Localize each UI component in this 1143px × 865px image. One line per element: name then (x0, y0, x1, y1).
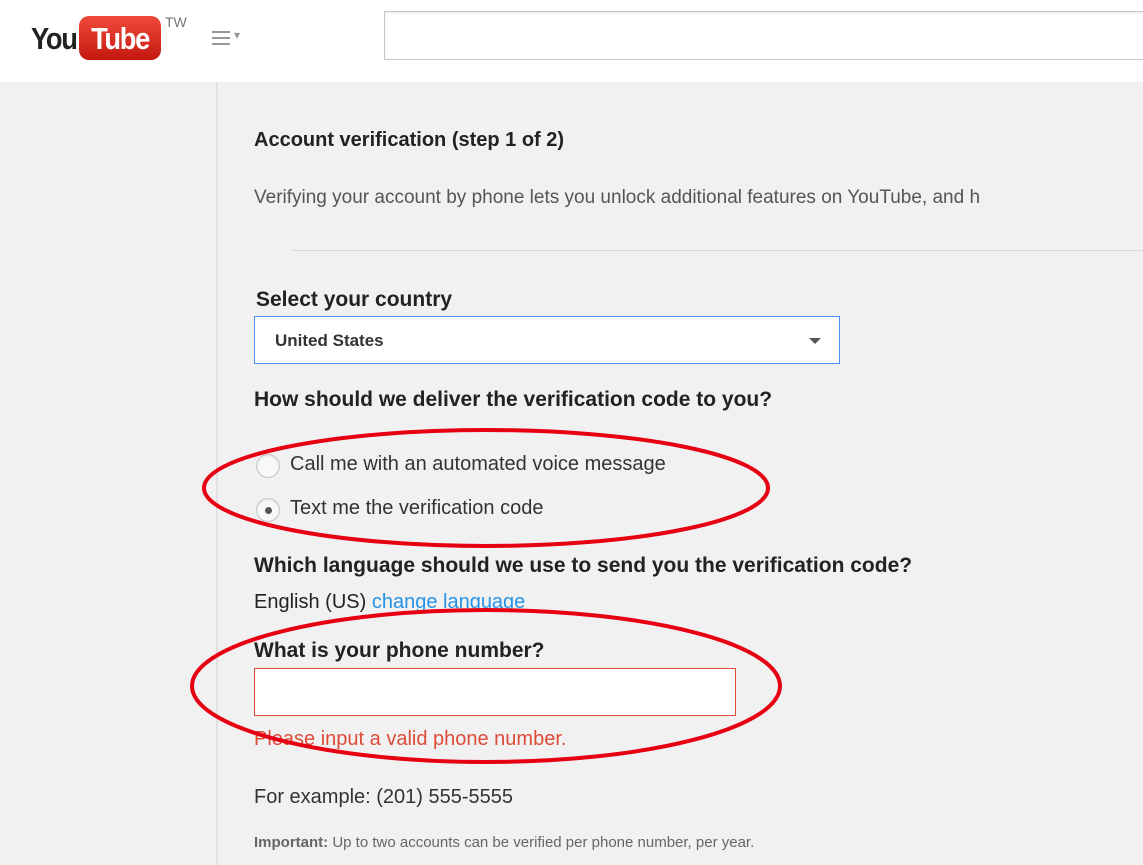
hamburger-icon (212, 31, 230, 49)
delivery-option-label: Call me with an automated voice message (290, 453, 666, 475)
delivery-question: How should we deliver the verification c… (254, 388, 773, 411)
language-current: English (US) change language (254, 591, 525, 614)
guide-menu-button[interactable]: ▾ (212, 28, 260, 50)
phone-input[interactable] (255, 669, 735, 715)
phone-question: What is your phone number? (254, 639, 545, 662)
change-language-link[interactable]: change language (372, 591, 525, 613)
delivery-option-label: Text me the verification code (290, 497, 544, 519)
radio-text[interactable] (256, 498, 280, 522)
radio-call[interactable] (256, 454, 280, 478)
country-label: Select your country (256, 288, 453, 311)
logo-you-text: You (31, 21, 78, 56)
chevron-down-icon (809, 338, 821, 344)
phone-error-message: Please input a valid phone number. (254, 728, 567, 750)
important-note: Important: Up to two accounts can be ver… (254, 834, 754, 851)
page-title: Account verification (step 1 of 2) (254, 129, 565, 151)
search-input[interactable] (385, 12, 1143, 59)
intro-text: Verifying your account by phone lets you… (254, 187, 981, 208)
phone-example: For example: (201) 555-5555 (254, 786, 514, 808)
important-text: Up to two accounts can be verified per p… (332, 834, 755, 851)
logo-region-label: TW (165, 14, 187, 30)
language-question: Which language should we use to send you… (254, 554, 913, 577)
logo-tube-badge: Tube (79, 16, 161, 60)
left-gutter (0, 82, 216, 865)
important-label: Important: (254, 834, 329, 851)
country-selected-value: United States (275, 331, 384, 350)
masthead: You Tube TW ▾ (0, 0, 1143, 82)
language-value: English (US) (254, 591, 367, 613)
country-select[interactable]: United States (254, 316, 840, 364)
phone-field[interactable] (254, 668, 736, 716)
logo-tube-text: Tube (91, 21, 150, 56)
divider (291, 250, 1143, 251)
dropdown-caret-icon: ▾ (234, 28, 241, 42)
search-box[interactable] (384, 11, 1143, 60)
